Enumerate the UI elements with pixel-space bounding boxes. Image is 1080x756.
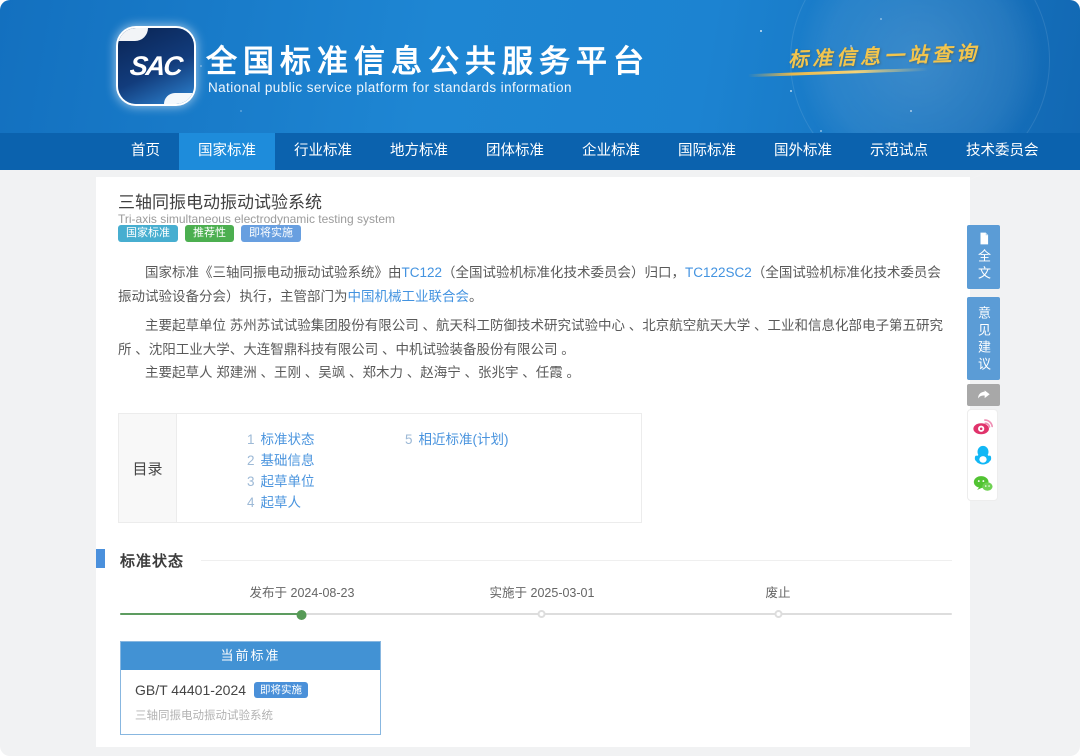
nav-item-local-standards[interactable]: 地方标准 [371,133,467,170]
timeline-dot-filled [297,610,307,620]
toc-link[interactable]: 标准状态 [261,432,315,447]
nav-item-national-standards[interactable]: 国家标准 [179,133,275,170]
toc-num: 1 [247,432,255,447]
paragraph-overview: 国家标准《三轴同振电动振动试验系统》由TC122（全国试验机标准化技术委员会）归… [118,261,954,308]
weibo-icon[interactable] [972,415,994,437]
share-icon [976,387,992,403]
fulltext-label: 全文 [974,249,993,283]
timeline-label: 实施于 2025-03-01 [490,582,595,601]
floating-sidebar: 全文 意见建议 [967,225,1000,501]
sac-logo[interactable]: SAC [118,28,194,104]
timeline-label: 发布于 2024-08-23 [250,582,355,601]
card-body: GB/T 44401-2024 即将实施 三轴同振电动振动试验系统 [121,670,380,723]
current-standard-card[interactable]: 当前标准 GB/T 44401-2024 即将实施 三轴同振电动振动试验系统 [120,641,381,735]
nav-item-enterprise-standards[interactable]: 企业标准 [563,133,659,170]
toc-link[interactable]: 基础信息 [261,453,315,468]
standard-code-row: GB/T 44401-2024 即将实施 [135,682,366,698]
toc-num: 3 [247,474,255,489]
toc-item-standard-status[interactable]: 1 标准状态 [247,428,315,448]
timeline-event-abolished: 废止 [765,582,790,618]
link-tc122sc2[interactable]: TC122SC2 [685,265,752,280]
link-tc122[interactable]: TC122 [402,265,443,280]
wechat-icon[interactable] [972,473,994,495]
fulltext-button[interactable]: 全文 [967,225,1000,289]
p1-text-4: 。 [469,289,483,304]
timeline-dot-hollow [774,610,782,618]
p1-text-1: 国家标准《三轴同振电动振动试验系统》由 [145,265,402,280]
decorative-dots [760,30,762,32]
site-title: 全国标准信息公共服务平台 [206,36,650,81]
link-machinery-federation[interactable]: 中国机械工业联合会 [348,289,470,304]
toc-link[interactable]: 相近标准(计划) [419,432,509,447]
toc-label: 目录 [119,414,177,522]
toc-item-drafters[interactable]: 4 起草人 [247,491,301,511]
badge-recommended: 推荐性 [185,225,234,242]
nav-item-international-standards[interactable]: 国际标准 [659,133,755,170]
paragraph-drafting-units: 主要起草单位 苏州苏试试验集团股份有限公司 、航天科工防御技术研究试验中心 、北… [118,314,954,361]
section-header-standard-status: 标准状态 [96,548,970,570]
standard-code: GB/T 44401-2024 [135,682,246,698]
toc-num: 5 [405,432,413,447]
p1-text-2: （全国试验机标准化技术委员会）归口， [442,265,685,280]
qq-icon[interactable] [972,444,994,466]
card-badge-upcoming: 即将实施 [254,682,308,698]
content-panel: 三轴同振电动振动试验系统 Tri-axis simultaneous elect… [96,177,970,747]
card-header: 当前标准 [121,642,380,670]
toc-box: 目录 1 标准状态 2 基础信息 3 起草单位 4 起草人 5 相近标准(计划) [118,413,642,523]
section-divider [201,560,952,561]
nav-item-industry-standards[interactable]: 行业标准 [275,133,371,170]
toc-num: 4 [247,495,255,510]
standard-title: 三轴同振电动振动试验系统 [118,188,322,213]
nav-item-home[interactable]: 首页 [112,133,179,170]
timeline-event-implemented: 实施于 2025-03-01 [490,582,595,618]
standard-title-en: Tri-axis simultaneous electrodynamic tes… [118,212,395,226]
toc-item-drafting-units[interactable]: 3 起草单位 [247,470,315,490]
status-timeline: 发布于 2024-08-23 实施于 2025-03-01 废止 [96,582,970,632]
section-title: 标准状态 [120,550,184,571]
toc-link[interactable]: 起草单位 [261,474,315,489]
badge-upcoming: 即将实施 [241,225,301,242]
nav-item-pilot-programs[interactable]: 示范试点 [851,133,947,170]
nav-item-technical-committees[interactable]: 技术委员会 [947,133,1058,170]
toc-item-basic-info[interactable]: 2 基础信息 [247,449,315,469]
paragraph-drafters: 主要起草人 郑建洲 、王刚 、吴飒 、郑木力 、赵海宁 、张兆宇 、任霞 。 [118,361,954,385]
toc-num: 2 [247,453,255,468]
page: SAC 全国标准信息公共服务平台 National public service… [0,0,1080,756]
sac-logo-text: SAC [129,51,183,82]
site-subtitle-en: National public service platform for sta… [208,80,572,95]
main-nav: 首页 国家标准 行业标准 地方标准 团体标准 企业标准 国际标准 国外标准 示范… [0,133,1080,170]
badge-national-standard: 国家标准 [118,225,178,242]
header-banner: SAC 全国标准信息公共服务平台 National public service… [0,0,1080,133]
timeline-event-published: 发布于 2024-08-23 [250,582,355,620]
feedback-label: 意见建议 [974,306,993,374]
toc-link[interactable]: 起草人 [261,495,302,510]
timeline-dot-hollow [538,610,546,618]
card-standard-name: 三轴同振电动振动试验系统 [135,707,366,723]
badge-row: 国家标准 推荐性 即将实施 [118,225,301,242]
toc-body: 1 标准状态 2 基础信息 3 起草单位 4 起草人 5 相近标准(计划) [177,414,641,522]
timeline-label: 废止 [765,582,790,601]
social-share-box [967,409,998,501]
share-button[interactable] [967,384,1000,406]
feedback-button[interactable]: 意见建议 [967,297,1000,380]
toc-item-similar-standards[interactable]: 5 相近标准(计划) [405,428,509,448]
nav-item-group-standards[interactable]: 团体标准 [467,133,563,170]
nav-item-foreign-standards[interactable]: 国外标准 [755,133,851,170]
section-marker [96,549,105,568]
document-icon [977,231,991,246]
